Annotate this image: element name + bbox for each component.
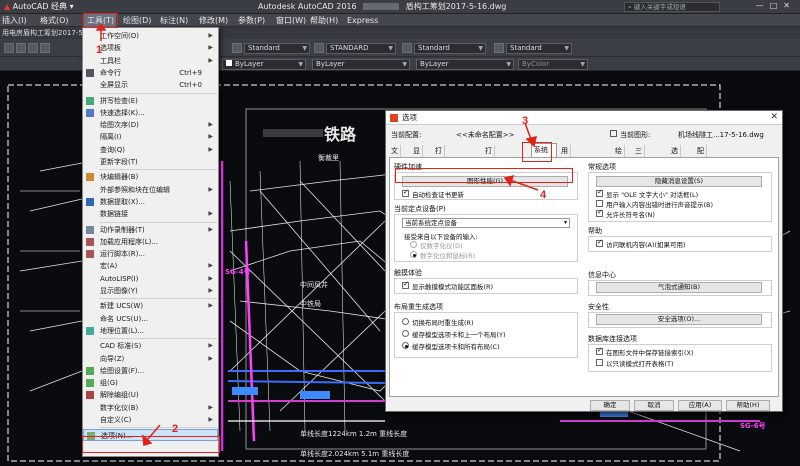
- annotation-3: 3: [522, 115, 529, 127]
- annotation-4: 4: [540, 189, 547, 201]
- annotation-2: 2: [172, 423, 179, 435]
- annotation-arrows: [95, 22, 539, 446]
- annotation-1: 1: [96, 44, 103, 56]
